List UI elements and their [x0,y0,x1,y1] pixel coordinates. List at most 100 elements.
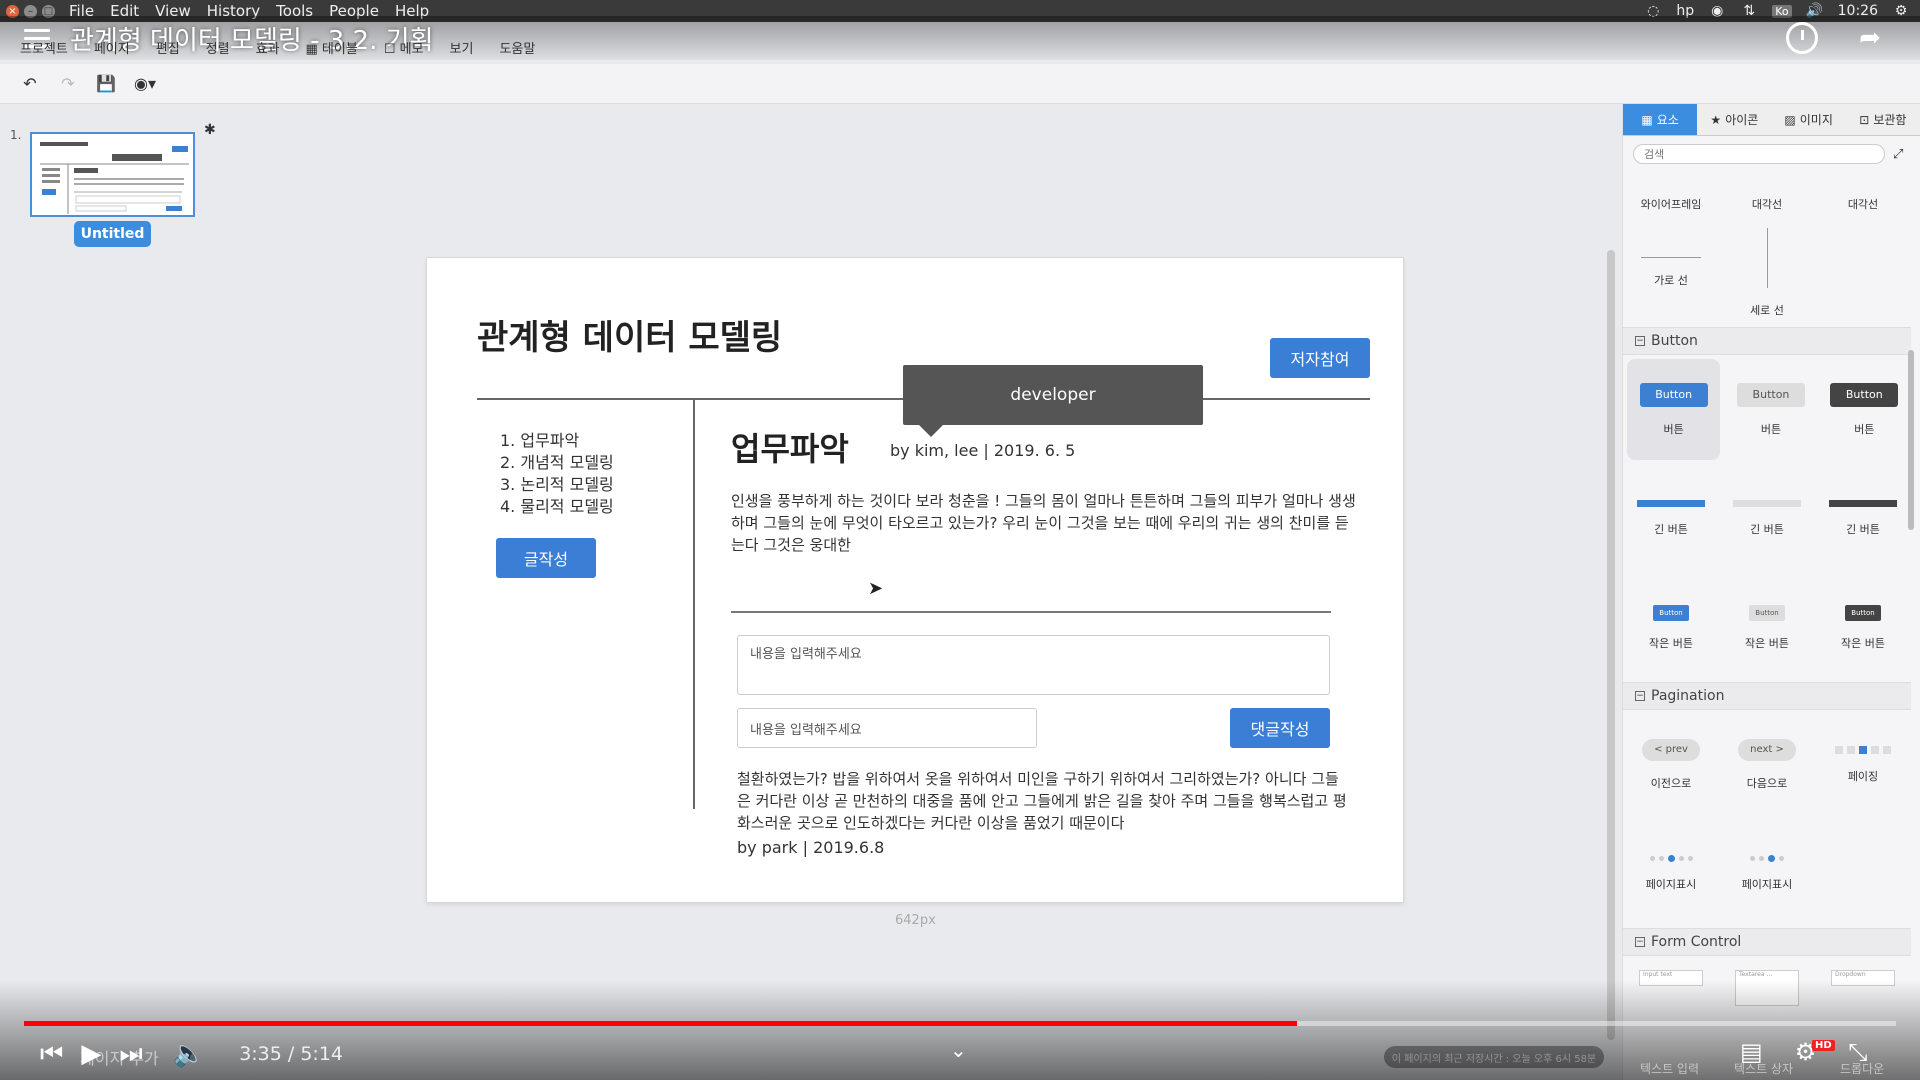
element-wireframe[interactable]: 와이어프레임 [1623,168,1719,218]
volume-icon[interactable]: 🔈 [173,1039,205,1069]
menu-page[interactable]: 페이지 [94,38,130,60]
element-horizontal-line[interactable]: 가로 선 [1623,218,1719,327]
small-button-preview: Button [1845,604,1881,621]
section-pagination[interactable]: − Pagination [1623,682,1911,710]
design-canvas[interactable]: 관계형 데이터 모델링 저자참여 developer 1. 업무파악 2. 개념… [426,257,1404,903]
element-prev[interactable]: < prev 이전으로 [1623,710,1719,819]
element-label: 다음으로 [1746,776,1788,790]
comment-text: 철환하였는가? 밥을 위하여서 옷을 위하여서 미인을 구하기 위하여서 그리하… [737,770,1347,832]
element-label: 대각선 [1847,198,1879,211]
element-list: 와이어프레임 대각선 대각선 가로 선 세로 선 − Button Button 버… [1623,168,1911,1078]
expand-icon[interactable]: ⤢ [1893,147,1903,162]
element-page-indicator-1[interactable]: 페이지표시 [1623,819,1719,928]
menu-edit[interactable]: 편집 [156,38,180,60]
element-small-button-dark[interactable]: Button 작은 버튼 [1815,573,1911,682]
element-diagonal-2[interactable]: 대각선 [1815,168,1911,218]
element-paging[interactable]: 페이징 [1815,710,1911,819]
panel-search: ⤢ [1633,144,1910,164]
section-title: 업무파악 [731,430,849,468]
element-vertical-line[interactable]: 세로 선 [1719,218,1815,327]
save-icon[interactable]: 💾 [96,74,116,93]
collapse-icon: − [1635,691,1645,701]
menu-table[interactable]: ▦ 테이블 [306,38,358,60]
image-icon: ▨ [1784,112,1796,127]
panel-tabs: ▦ 요소 ★ 아이콘 ▨ 이미지 ⊡ 보관함 [1623,104,1920,136]
paging-preview [1835,745,1891,754]
element-label: 작은 버튼 [1841,636,1885,650]
element-long-button-blue[interactable]: 긴 버튼 [1623,464,1719,573]
element-diagonal-1[interactable]: 대각선 [1719,168,1815,218]
element-label: 와이어프레임 [1640,198,1702,211]
menu-view[interactable]: 보기 [450,38,474,60]
panel-search-input[interactable] [1633,144,1885,164]
page-thumbnail[interactable] [30,132,195,217]
element-label: 버튼 [1854,422,1875,436]
redo-icon[interactable]: ↷ [58,74,78,93]
element-small-button-gray[interactable]: Button 작은 버튼 [1719,573,1815,682]
element-row-top: 와이어프레임 대각선 대각선 [1623,168,1911,218]
nav-item-4[interactable]: 4. 물리적 모델링 [500,496,614,518]
tab-elements[interactable]: ▦ 요소 [1623,104,1698,135]
page-thumbnail-preview [40,142,189,214]
page-name-badge[interactable]: Untitled [74,221,151,247]
panel-scrollbar[interactable] [1908,350,1914,530]
tab-label: 요소 [1656,113,1679,127]
small-button-preview: Button [1749,604,1785,621]
element-page-indicator-2[interactable]: 페이지표시 [1719,819,1815,928]
button-preview: Button [1639,382,1708,407]
element-label: 페이징 [1847,769,1879,783]
element-row-pagination: < prev 이전으로 next > 다음으로 페이징 [1623,710,1911,819]
video-progress-bar[interactable] [24,1021,1896,1026]
content-divider [731,611,1331,613]
mouse-cursor-icon: ➤ [868,578,884,599]
element-button-dark[interactable]: Button 버튼 [1818,355,1911,464]
element-button-blue[interactable]: Button 버튼 [1627,359,1721,460]
undo-icon[interactable]: ↶ [20,74,40,93]
tab-icons[interactable]: ★ 아이콘 [1697,104,1771,135]
collapse-icon: − [1635,937,1645,947]
library-icon: ⊡ [1859,112,1870,127]
element-label: 페이지표시 [1645,878,1697,891]
element-row-long-buttons: 긴 버튼 긴 버튼 긴 버튼 [1623,464,1911,573]
section-form-control[interactable]: − Form Control [1623,928,1911,956]
tooltip-arrow [919,425,943,437]
canvas-scrollbar[interactable] [1607,250,1615,1040]
long-button-preview [1829,500,1897,507]
submit-comment-button[interactable]: 댓글작성 [1230,708,1330,748]
nav-item-3[interactable]: 3. 논리적 모델링 [500,474,614,496]
menu-effect[interactable]: 효과 [256,38,280,60]
menu-align[interactable]: 정렬 [206,38,230,60]
chevron-down-icon[interactable]: ⌄ [950,1038,967,1062]
tab-label: 아이콘 [1725,113,1759,127]
element-small-button-blue[interactable]: Button 작은 버튼 [1623,573,1719,682]
author-join-button[interactable]: 저자참여 [1270,338,1370,378]
element-next[interactable]: next > 다음으로 [1719,710,1815,819]
menu-help[interactable]: 도움말 [499,38,535,60]
element-label: 작은 버튼 [1649,636,1693,650]
element-button-gray[interactable]: Button 버튼 [1724,355,1817,464]
canvas-nav-list: 1. 업무파악 2. 개념적 모델링 3. 논리적 모델링 4. 물리적 모델링 [500,430,614,518]
menu-project[interactable]: 프로젝트 [20,38,68,60]
element-label: 버튼 [1760,422,1782,436]
tab-library[interactable]: ⊡ 보관함 [1846,104,1920,135]
menu-memo[interactable]: ☐ 메모 [384,38,424,60]
button-preview: Button [1736,382,1805,407]
write-post-button[interactable]: 글작성 [496,538,596,578]
post-body: 인생을 풍부하게 하는 것이다 보라 청춘을 ! 그들의 몸이 얼마나 튼튼하며… [731,492,1356,554]
comment-textarea[interactable]: 내용을 입력해주세요 [737,635,1330,695]
element-long-button-gray[interactable]: 긴 버튼 [1719,464,1815,573]
faded-dropdown-label: 드롭다운 [1840,1062,1885,1076]
element-label: 긴 버튼 [1750,523,1784,536]
previous-icon[interactable]: ⏮ [40,1039,63,1070]
section-button[interactable]: − Button [1623,327,1911,355]
element-panel: ▦요소 ★아이콘 ▨이미지 ⊡보관함 ⤢ 와이어프레임 대각선 대각선 가로 선… [1622,104,1920,1080]
long-button-preview [1733,500,1801,507]
app-menu: 프로젝트 페이지 편집 정렬 효과 ▦ 테이블 ☐ 메모 보기 도움말 [0,38,1920,60]
element-label: 페이지표시 [1741,878,1793,891]
nav-item-1[interactable]: 1. 업무파악 [500,430,614,452]
comment-input[interactable]: 내용을 입력해주세요 [737,708,1037,748]
tab-images[interactable]: ▨ 이미지 [1772,104,1846,135]
preview-play-icon[interactable]: ◉▾ [134,74,156,93]
element-long-button-dark[interactable]: 긴 버튼 [1815,464,1911,573]
nav-item-2[interactable]: 2. 개념적 모델링 [500,452,614,474]
